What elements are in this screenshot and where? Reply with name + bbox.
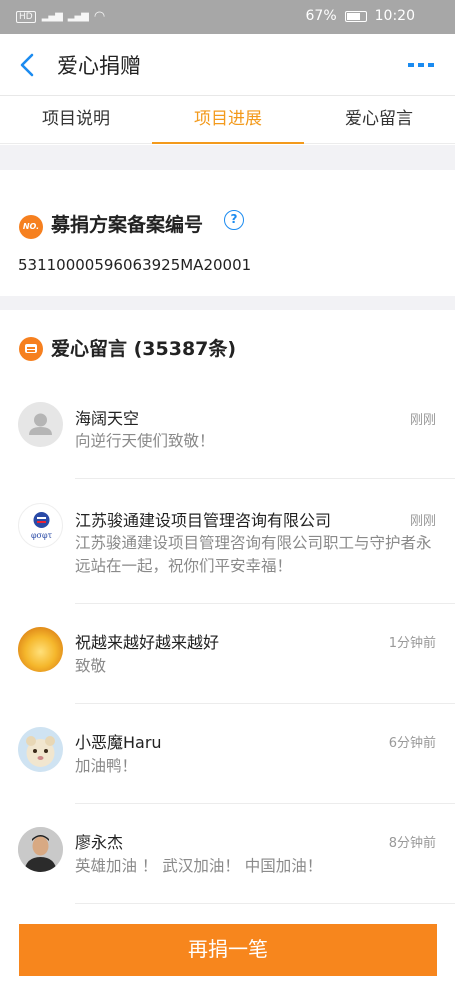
comment-text: 江苏骏通建设项目管理咨询有限公司职工与守护者永远站在一起，祝你们平安幸福！ [75, 534, 432, 575]
record-number: 53110000596063925MA20001 [18, 256, 252, 274]
divider [75, 478, 455, 479]
divider [75, 703, 455, 704]
signal-icon-2: ▂▄▆ [67, 11, 89, 22]
comment-item[interactable]: 海阔天空 刚刚 向逆行天使们致敬！ [0, 395, 455, 495]
comment-time: 8分钟前 [388, 836, 436, 851]
donate-again-button[interactable]: 再捐一笔 [19, 924, 437, 976]
comment-item[interactable]: φσφτ 江苏骏通建设项目管理咨询有限公司 刚刚 江苏骏通建设项目管理咨询有限公… [0, 495, 455, 605]
wifi-icon: ◠ [93, 9, 106, 24]
company-logo-text: φσφτ [31, 531, 53, 540]
help-icon[interactable]: ? [224, 210, 244, 230]
company-logo-icon: φσφτ [31, 512, 53, 540]
section-divider-2 [0, 296, 455, 310]
cartoon-animal-icon [26, 736, 55, 767]
comment-text: 英雄加油 ！ 武汉加油！ 中国加油！ [75, 857, 323, 875]
tab-bar: 项目说明 项目进展 爱心留言 [0, 96, 455, 144]
battery-percent: 67% [305, 8, 337, 24]
cartoon-photo [18, 727, 63, 772]
record-number-section: NO. 募捐方案备案编号 ? 53110000596063925MA20001 [0, 170, 455, 296]
comment-author: 海阔天空 [75, 409, 140, 428]
comment-text: 向逆行天使们致敬！ [75, 432, 215, 450]
user-icon [29, 413, 52, 435]
page-title: 爱心捐赠 [57, 54, 141, 78]
status-bar: HD ▂▄▆ ▂▄▆ ◠ 67% 10:20 [0, 0, 455, 34]
bottom-bar: 再捐一笔 [0, 915, 455, 987]
comment-author: 小恶魔Haru [75, 733, 162, 752]
comment-author: 江苏骏通建设项目管理咨询有限公司 [75, 511, 332, 530]
divider [75, 903, 455, 904]
comment-item[interactable]: 祝越来越好越来越好 1分钟前 致敬 [0, 605, 455, 705]
divider [75, 803, 455, 804]
comment-time: 刚刚 [409, 514, 436, 529]
comment-item[interactable]: 廖永杰 8分钟前 英雄加油 ！ 武汉加油！ 中国加油！ [0, 805, 455, 915]
person-icon [18, 827, 63, 872]
company-logo: φσφτ [18, 503, 63, 548]
message-icon [19, 337, 43, 361]
record-heading: 募捐方案备案编号 [51, 214, 204, 236]
clock: 10:20 [374, 8, 415, 24]
person-photo [18, 827, 63, 872]
comment-time: 刚刚 [409, 413, 436, 428]
flower-photo [18, 627, 63, 672]
comment-author: 祝越来越好越来越好 [75, 633, 220, 652]
comment-text: 加油鸭！ [75, 757, 138, 775]
tab-love-messages[interactable]: 爱心留言 [303, 96, 455, 144]
tab-project-description[interactable]: 项目说明 [0, 96, 152, 144]
section-divider [0, 145, 455, 170]
number-badge-icon: NO. [19, 215, 43, 239]
signal-icon: ▂▄▆ [41, 11, 63, 22]
divider [75, 603, 455, 604]
battery-icon [344, 10, 367, 22]
comment-text: 致敬 [75, 657, 107, 675]
comment-item[interactable]: 小恶魔Haru 6分钟前 加油鸭！ [0, 705, 455, 805]
more-dots-icon[interactable] [407, 60, 435, 70]
comment-time: 1分钟前 [388, 636, 436, 651]
chevron-left-icon[interactable] [16, 51, 40, 79]
comment-author: 廖永杰 [75, 833, 124, 852]
comments-section: 爱心留言 (35387条) 海阔天空 刚刚 向逆行天使们致敬！ φσφτ 江苏骏… [0, 310, 455, 915]
nav-bar: 爱心捐赠 [0, 34, 455, 96]
comment-time: 6分钟前 [388, 736, 436, 751]
hd-icon: HD [16, 10, 36, 23]
comments-heading: 爱心留言 (35387条) [51, 338, 237, 360]
default-avatar [18, 402, 63, 447]
tab-project-progress[interactable]: 项目进展 [152, 96, 304, 144]
network-indicators: HD ▂▄▆ ▂▄▆ ◠ [16, 9, 105, 24]
